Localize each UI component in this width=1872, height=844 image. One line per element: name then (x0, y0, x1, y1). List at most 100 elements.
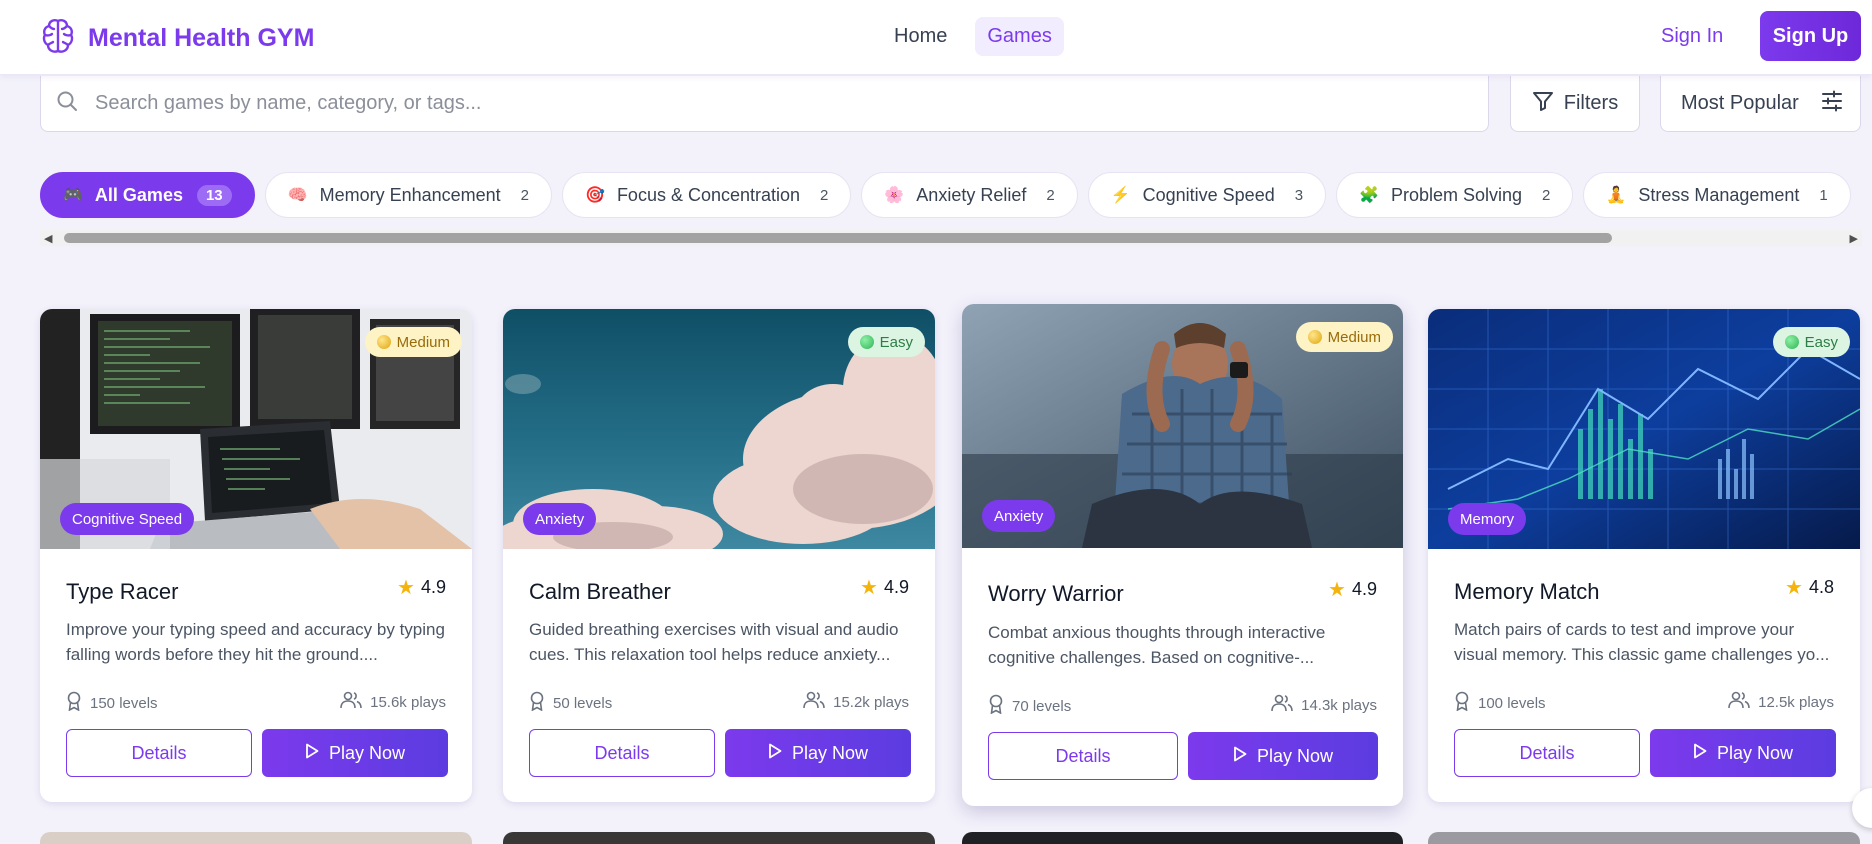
play-now-button[interactable]: Play Now (262, 729, 448, 777)
game-title[interactable]: Type Racer (66, 579, 179, 605)
chip-focus-concentration[interactable]: 🎯 Focus & Concentration 2 (562, 172, 852, 218)
chip-count: 2 (520, 186, 530, 204)
game-description: Combat anxious thoughts through interact… (988, 623, 1326, 667)
award-icon (988, 694, 1004, 718)
plays-count: 14.3k plays (1301, 696, 1377, 714)
chips-scrollbar[interactable]: ◀ ▶ (40, 230, 1862, 246)
chip-count: 2 (820, 186, 829, 204)
category-badge: Memory (1448, 503, 1527, 535)
difficulty-badge: Easy (1772, 327, 1850, 357)
users-icon (340, 691, 362, 713)
difficulty-dot-icon (1784, 335, 1799, 349)
meditation-icon: 🧘 (1606, 187, 1627, 204)
sign-up-button[interactable]: Sign Up (1760, 11, 1861, 61)
difficulty-label: Easy (879, 333, 913, 351)
nav-games[interactable]: Games (975, 17, 1064, 56)
details-button[interactable]: Details (988, 732, 1178, 780)
game-title[interactable]: Worry Warrior (988, 581, 1124, 607)
game-description: Improve your typing speed and accuracy b… (66, 620, 445, 664)
award-icon (1454, 691, 1470, 715)
chip-all-games[interactable]: 🎮 All Games 13 (40, 172, 255, 218)
target-icon: 🎯 (585, 187, 605, 204)
filters-label: Filters (1563, 92, 1619, 114)
app-logo[interactable]: Mental Health GYM (40, 17, 314, 60)
play-now-button[interactable]: Play Now (1188, 732, 1378, 780)
rating: ★ 4.9 (860, 575, 909, 600)
game-card-partial[interactable] (503, 832, 935, 844)
chip-label: Anxiety Relief (916, 184, 1027, 205)
game-card-partial[interactable] (1428, 832, 1860, 844)
plays-info: 15.2k plays (803, 691, 909, 713)
plays-count: 15.6k plays (370, 693, 446, 711)
award-icon (529, 691, 545, 715)
play-now-button[interactable]: Play Now (1650, 729, 1836, 777)
category-badge: Anxiety (982, 500, 1056, 532)
lightning-icon: ⚡ (1110, 187, 1131, 204)
play-icon (1693, 743, 1707, 764)
flower-icon: 🌸 (884, 187, 905, 204)
play-now-label: Play Now (1256, 745, 1334, 766)
plays-info: 14.3k plays (1271, 694, 1377, 716)
sliders-icon (1821, 90, 1843, 118)
search-input[interactable] (95, 92, 1395, 115)
scroll-right-arrow-icon[interactable]: ▶ (1850, 232, 1858, 245)
category-badge: Cognitive Speed (60, 503, 195, 535)
filter-icon (1532, 90, 1554, 118)
game-card[interactable]: Easy Anxiety Calm Breather ★ 4.9 Guided … (503, 309, 935, 802)
scroll-left-arrow-icon[interactable]: ◀ (44, 232, 52, 245)
rating-value: 4.8 (1808, 577, 1834, 597)
filters-button[interactable]: Filters (1510, 76, 1640, 132)
category-badge: Anxiety (523, 503, 597, 535)
game-thumbnail[interactable]: Medium Cognitive Speed (40, 309, 472, 549)
nav-home[interactable]: Home (882, 17, 959, 56)
chip-stress-management[interactable]: 🧘 Stress Management 1 (1583, 172, 1851, 218)
game-card-partial[interactable] (962, 832, 1403, 844)
search-icon (55, 89, 79, 118)
sign-in-link[interactable]: Sign In (1661, 25, 1723, 48)
scrollbar-thumb[interactable] (64, 233, 1612, 243)
chip-label: Stress Management (1638, 184, 1800, 205)
chip-memory-enhancement[interactable]: 🧠 Memory Enhancement 2 (264, 172, 553, 218)
game-thumbnail[interactable]: Medium Anxiety (962, 304, 1403, 548)
plays-count: 15.2k plays (833, 693, 909, 711)
game-title[interactable]: Calm Breather (529, 579, 671, 605)
levels-info: 150 levels (66, 691, 158, 715)
difficulty-badge: Medium (364, 327, 462, 357)
chip-label: Focus & Concentration (616, 184, 801, 205)
brain-icon: 🧠 (287, 187, 308, 204)
award-icon (66, 691, 82, 715)
plays-count: 12.5k plays (1758, 693, 1834, 711)
play-now-button[interactable]: Play Now (725, 729, 911, 777)
game-title[interactable]: Memory Match (1454, 579, 1599, 605)
users-icon (803, 691, 825, 713)
sort-select[interactable]: Most Popular (1660, 76, 1861, 132)
rating: ★ 4.9 (397, 575, 446, 600)
chip-label: Memory Enhancement (319, 184, 501, 205)
category-chips: 🎮 All Games 13 🧠 Memory Enhancement 2 🎯 … (40, 172, 1862, 220)
game-description: Match pairs of cards to test and improve… (1454, 620, 1830, 664)
chip-label: Problem Solving (1390, 184, 1523, 205)
difficulty-dot-icon (1307, 330, 1322, 344)
rating: ★ 4.9 (1328, 577, 1377, 602)
game-thumbnail[interactable]: Easy Memory (1428, 309, 1860, 549)
chip-count: 3 (1294, 186, 1304, 204)
details-button[interactable]: Details (1454, 729, 1640, 777)
chip-cognitive-speed[interactable]: ⚡ Cognitive Speed 3 (1087, 172, 1327, 218)
levels-info: 100 levels (1454, 691, 1546, 715)
game-card-partial[interactable] (40, 832, 472, 844)
levels-info: 50 levels (529, 691, 612, 715)
game-card[interactable]: Medium Cognitive Speed Type Racer ★ 4.9 … (40, 309, 472, 802)
chip-problem-solving[interactable]: 🧩 Problem Solving 2 (1336, 172, 1574, 218)
chip-anxiety-relief[interactable]: 🌸 Anxiety Relief 2 (861, 172, 1078, 218)
game-description: Guided breathing exercises with visual a… (529, 620, 899, 664)
gamepad-icon: 🎮 (63, 187, 83, 204)
game-card[interactable]: Medium Anxiety Worry Warrior ★ 4.9 Comba… (962, 304, 1403, 806)
chip-count: 1 (1819, 186, 1828, 204)
details-button[interactable]: Details (66, 729, 252, 777)
search-bar (40, 76, 1489, 132)
chip-count: 2 (1046, 186, 1055, 204)
game-thumbnail[interactable]: Easy Anxiety (503, 309, 935, 549)
top-header: Mental Health GYM Home Games Sign In Sig… (0, 0, 1872, 75)
game-card[interactable]: Easy Memory Memory Match ★ 4.8 Match pai… (1428, 309, 1860, 802)
details-button[interactable]: Details (529, 729, 715, 777)
